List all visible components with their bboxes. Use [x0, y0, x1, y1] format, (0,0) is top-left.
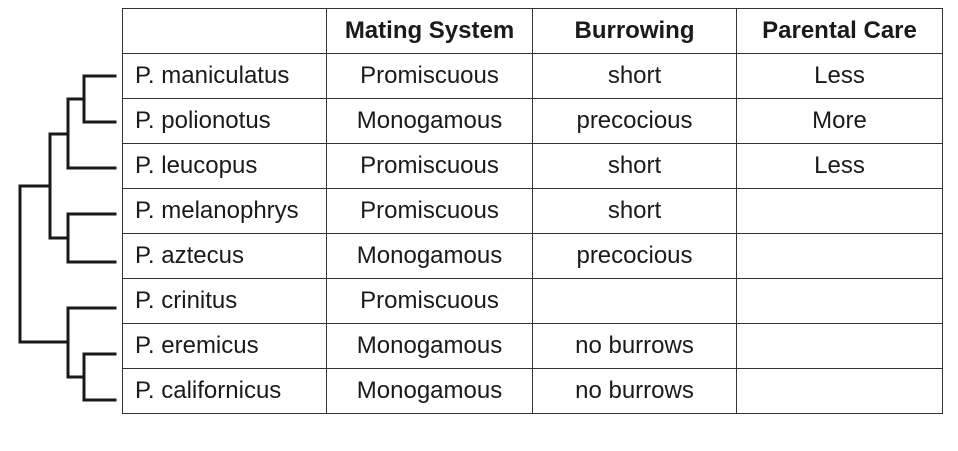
burrowing-cell: short — [532, 188, 737, 234]
table-row: P. eremicus Monogamous no burrows — [122, 323, 943, 369]
table-row: P. polionotus Monogamous precocious More — [122, 98, 943, 144]
care-cell — [736, 323, 943, 369]
mating-cell: Promiscuous — [326, 143, 533, 189]
table-row: P. californicus Monogamous no burrows — [122, 368, 943, 414]
burrowing-cell: no burrows — [532, 368, 737, 414]
burrowing-cell: short — [532, 143, 737, 189]
header-row: Mating System Burrowing Parental Care — [122, 8, 943, 54]
phylogenetic-tree — [18, 74, 117, 402]
care-cell — [736, 188, 943, 234]
mating-cell: Monogamous — [326, 233, 533, 279]
species-cell: P. crinitus — [122, 278, 327, 324]
species-cell: P. maniculatus — [122, 53, 327, 99]
burrowing-cell: precocious — [532, 98, 737, 144]
burrowing-cell: no burrows — [532, 323, 737, 369]
species-cell: P. polionotus — [122, 98, 327, 144]
care-cell: Less — [736, 143, 943, 189]
table-row: P. maniculatus Promiscuous short Less — [122, 53, 943, 99]
species-cell: P. aztecus — [122, 233, 327, 279]
header-parental-care: Parental Care — [736, 8, 943, 54]
mating-cell: Promiscuous — [326, 188, 533, 234]
burrowing-cell — [532, 278, 737, 324]
mating-cell: Monogamous — [326, 368, 533, 414]
mating-cell: Promiscuous — [326, 53, 533, 99]
species-cell: P. melanophrys — [122, 188, 327, 234]
table-row: P. melanophrys Promiscuous short — [122, 188, 943, 234]
species-cell: P. californicus — [122, 368, 327, 414]
care-cell — [736, 233, 943, 279]
burrowing-cell: precocious — [532, 233, 737, 279]
species-cell: P. leucopus — [122, 143, 327, 189]
care-cell — [736, 368, 943, 414]
care-cell: More — [736, 98, 943, 144]
table-row: P. crinitus Promiscuous — [122, 278, 943, 324]
mating-cell: Monogamous — [326, 323, 533, 369]
care-cell — [736, 278, 943, 324]
trait-table: Mating System Burrowing Parental Care P.… — [122, 8, 943, 414]
species-cell: P. eremicus — [122, 323, 327, 369]
mating-cell: Promiscuous — [326, 278, 533, 324]
care-cell: Less — [736, 53, 943, 99]
table-row: P. aztecus Monogamous precocious — [122, 233, 943, 279]
header-species — [122, 8, 327, 54]
mating-cell: Monogamous — [326, 98, 533, 144]
table-row: P. leucopus Promiscuous short Less — [122, 143, 943, 189]
header-burrowing: Burrowing — [532, 8, 737, 54]
burrowing-cell: short — [532, 53, 737, 99]
header-mating-system: Mating System — [326, 8, 533, 54]
